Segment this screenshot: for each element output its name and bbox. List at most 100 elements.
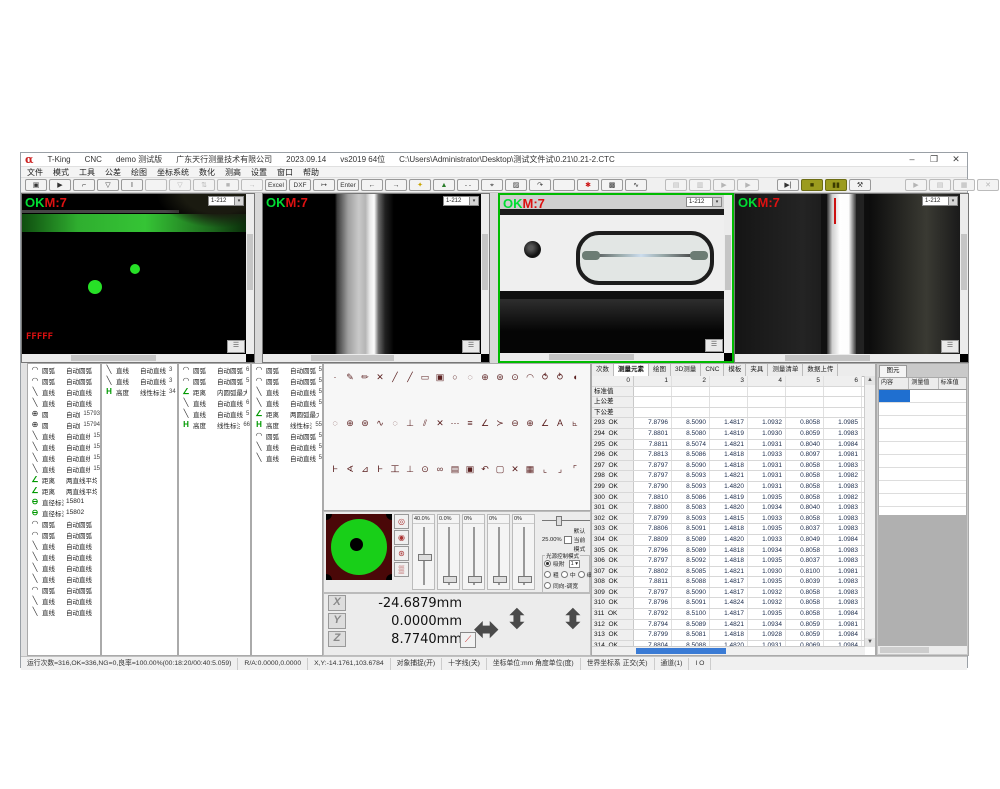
tool-button[interactable]: ⫽: [418, 416, 432, 430]
camera-vscrollbar[interactable]: [481, 194, 489, 354]
list-item[interactable]: ╲ 直线 自动直线 3: [102, 375, 177, 386]
camera-zoom-select[interactable]: 1-212▾: [208, 196, 244, 206]
table-row[interactable]: 294 OK 7.8801 8.5080 1.4819 1.0930 0.805…: [592, 429, 865, 440]
table-row[interactable]: 306 OK 7.8797 8.5092 1.4818 1.0935 0.803…: [592, 556, 865, 567]
tool-button[interactable]: ⊛: [493, 370, 507, 384]
list-item[interactable]: ◠ 圆弧 自动圆弧 5: [179, 375, 250, 386]
table-tab[interactable]: 3D测量: [671, 364, 701, 376]
toolbar-button[interactable]: ▶: [49, 179, 71, 191]
ring-segment-button[interactable]: ◉: [394, 530, 409, 545]
menu-item[interactable]: 模式: [53, 167, 69, 178]
list-item[interactable]: ╲ 直线 自动直线 15: [28, 452, 100, 463]
pan-hand-icon[interactable]: ☰: [705, 339, 723, 352]
table-hscrollbar[interactable]: [592, 646, 865, 655]
jog-z-arrow[interactable]: ⬍: [562, 604, 584, 635]
tool-button[interactable]: 工: [388, 462, 402, 476]
table-row[interactable]: 上公差: [592, 397, 865, 408]
table-row[interactable]: 299 OK 7.8790 8.5093 1.4820 1.0931 0.805…: [592, 482, 865, 493]
toolbar-button[interactable]: ▶|: [777, 179, 799, 191]
table-vscrollbar[interactable]: ▲▼: [864, 376, 875, 647]
light-channel-slider[interactable]: 0%: [487, 514, 510, 590]
level-fine-radio[interactable]: [578, 571, 585, 578]
list-item[interactable]: ╲ 直线 自动直线: [28, 562, 100, 573]
list-item[interactable]: ╲ 直线 自动直线: [28, 386, 100, 397]
tool-button[interactable]: ⊖: [508, 416, 522, 430]
level-mid-radio[interactable]: [561, 571, 568, 578]
tool-button[interactable]: ∞: [433, 462, 447, 476]
camera-zoom-select[interactable]: 1-212▾: [922, 196, 958, 206]
tool-button[interactable]: ◌: [388, 416, 402, 430]
toolbar-button[interactable]: ✕: [977, 179, 999, 191]
toolbar-button[interactable]: ▮▮: [825, 179, 847, 191]
list-item[interactable]: ◠ 圆弧 自动圆弧 6: [179, 364, 250, 375]
tool-button[interactable]: ∠: [538, 416, 552, 430]
pan-hand-icon[interactable]: ☰: [941, 340, 959, 353]
camera-zoom-select[interactable]: 1-212▾: [443, 196, 479, 206]
list-item[interactable]: ╲ 直线 自动直线: [28, 397, 100, 408]
toolbar-button[interactable]: ▦: [953, 179, 975, 191]
list-item[interactable]: ◠ 圆弧 自动圆弧 5: [252, 430, 322, 441]
toolbar-button[interactable]: ✱: [577, 179, 599, 191]
tool-button[interactable]: A: [553, 416, 567, 430]
tool-button[interactable]: ⊥: [403, 462, 417, 476]
tool-button[interactable]: ⊙: [508, 370, 522, 384]
menu-item[interactable]: 数化: [199, 167, 215, 178]
list-item[interactable]: ╲ 直线 自动直线: [28, 606, 100, 617]
default-mode-checkbox[interactable]: [564, 536, 572, 544]
pan-hand-icon[interactable]: ☰: [462, 340, 480, 353]
table-row[interactable]: 307 OK 7.8802 8.5085 1.4821 1.0930 0.810…: [592, 567, 865, 578]
toolbar-button[interactable]: ▲: [433, 179, 455, 191]
toolbar-button[interactable]: - -: [457, 179, 479, 191]
table-tab[interactable]: 夹具: [746, 364, 768, 376]
camera-zoom-select[interactable]: 1-212▾: [686, 197, 722, 207]
tool-button[interactable]: ▭: [418, 370, 432, 384]
close-button[interactable]: ✕: [945, 153, 967, 166]
table-row[interactable]: 298 OK 7.8797 8.5093 1.4821 1.0931 0.805…: [592, 471, 865, 482]
level-coarse-radio[interactable]: [544, 571, 551, 578]
z-axis-icon[interactable]: Z: [328, 631, 346, 647]
toolbar-button[interactable]: ▨: [505, 179, 527, 191]
tool-button[interactable]: ✕: [433, 416, 447, 430]
ring-segment-button[interactable]: ▒: [394, 562, 409, 577]
menu-item[interactable]: 文件: [27, 167, 43, 178]
toolbar-button[interactable]: ▣: [25, 179, 47, 191]
list-item[interactable]: ╲ 直线 自动直线 15: [28, 441, 100, 452]
tool-button[interactable]: ✏: [358, 370, 372, 384]
toolbar-button[interactable]: →: [241, 179, 263, 191]
tool-button[interactable]: ⦜: [568, 416, 582, 430]
toolbar-button[interactable]: ⌖: [481, 179, 503, 191]
tool-button[interactable]: ⊥: [403, 416, 417, 430]
light-channel-slider[interactable]: 0.0%: [437, 514, 460, 590]
camera-pane-1[interactable]: FFFFF OKM:7 1-212▾ ☰: [21, 193, 255, 363]
toolbar-button[interactable]: DXF: [289, 179, 311, 191]
list-item[interactable]: ╲ 直线 自动直线 5: [252, 452, 322, 463]
toolbar-button[interactable]: ⚒: [849, 179, 871, 191]
list-item[interactable]: ◠ 圆弧 自动圆弧: [28, 584, 100, 595]
menu-item[interactable]: 窗口: [277, 167, 293, 178]
tool-button[interactable]: Ⱶ: [328, 462, 342, 476]
toolbar-button[interactable]: Enter: [337, 179, 359, 191]
table-row[interactable]: 295 OK 7.8811 8.5074 1.4821 1.0931 0.804…: [592, 440, 865, 451]
tool-button[interactable]: ▦: [523, 462, 537, 476]
light-channel-slider[interactable]: 0%: [512, 514, 535, 590]
table-tab[interactable]: 测量清单: [768, 364, 803, 376]
tool-button[interactable]: ∢: [343, 462, 357, 476]
tool-button[interactable]: ⊛: [358, 416, 372, 430]
table-row[interactable]: 302 OK 7.8799 8.5093 1.4815 1.0933 0.805…: [592, 514, 865, 525]
jog-horizontal-arrow[interactable]: ⬌: [474, 612, 499, 647]
tool-button[interactable]: ▣: [433, 370, 447, 384]
tool-button[interactable]: ⊕: [343, 416, 357, 430]
table-row[interactable]: 297 OK 7.8797 8.5090 1.4818 1.0931 0.805…: [592, 461, 865, 472]
tool-button[interactable]: ⥀: [538, 370, 552, 384]
list-item[interactable]: ╲ 直线 自动直线: [28, 595, 100, 606]
list-item[interactable]: ∠ 距离 内圆弧最大距: [179, 386, 250, 397]
table-tab[interactable]: 测量元素: [614, 364, 649, 376]
list-item[interactable]: ∠ 距离 两圆弧最大距: [252, 408, 322, 419]
tool-button[interactable]: ✕: [508, 462, 522, 476]
tool-button[interactable]: ↶: [478, 462, 492, 476]
toolbar-button[interactable]: ▩: [601, 179, 623, 191]
toolbar-button[interactable]: ■: [217, 179, 239, 191]
pan-hand-icon[interactable]: ☰: [227, 340, 245, 353]
mode-radio[interactable]: [544, 560, 551, 567]
list-item[interactable]: ╲ 直线 自动直线 5: [179, 408, 250, 419]
